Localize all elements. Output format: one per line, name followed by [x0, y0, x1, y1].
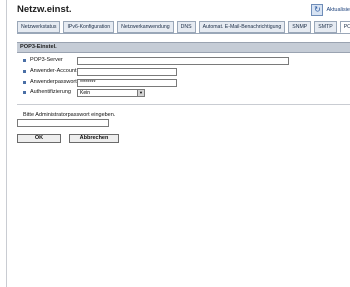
- auth-label: Authentifizierung: [30, 89, 71, 95]
- refresh-icon: ↻: [311, 4, 324, 16]
- password-label: Anwenderpasswort: [30, 79, 77, 85]
- pop3-server-input[interactable]: [77, 57, 289, 65]
- bullet-icon: [23, 81, 26, 84]
- content-frame: Netzw.einst. ↻ Aktualisie Netzwerkstatus…: [6, 0, 350, 287]
- tab-bar: Netzwerkstatus IPv6-Konfiguration Netzwe…: [17, 21, 350, 33]
- page-title: Netzw.einst.: [17, 4, 72, 15]
- refresh-button[interactable]: ↻ Aktualisie: [311, 4, 350, 16]
- tab-divider: [17, 33, 350, 34]
- tab-ipv6-konfiguration[interactable]: IPv6-Konfiguration: [63, 21, 115, 33]
- tab-email-benachrichtigung[interactable]: Automat. E-Mail-Benachrichtigung: [198, 21, 286, 33]
- admin-password-label: Bitte Administratorpasswort eingeben.: [23, 112, 116, 118]
- auth-select[interactable]: Kein ▼: [77, 89, 145, 97]
- tab-pop3[interactable]: POP3: [339, 21, 350, 33]
- pop3-server-label: POP3-Server: [30, 57, 63, 63]
- tab-netzwerkstatus[interactable]: Netzwerkstatus: [17, 21, 61, 33]
- section-title: POP3-Einstel.: [20, 44, 57, 50]
- bullet-icon: [23, 70, 26, 73]
- cancel-button[interactable]: Abbrechen: [69, 134, 119, 143]
- divider: [17, 104, 350, 105]
- tab-netzwerkanwendung[interactable]: Netzwerkanwendung: [117, 21, 174, 33]
- tab-snmp[interactable]: SNMP: [288, 21, 312, 33]
- admin-password-input[interactable]: [17, 119, 109, 127]
- account-label: Anwender-Account: [30, 68, 77, 74]
- password-input[interactable]: ********: [77, 79, 177, 87]
- account-input[interactable]: [77, 68, 177, 76]
- ok-button[interactable]: OK: [17, 134, 61, 143]
- tab-dns[interactable]: DNS: [176, 21, 196, 33]
- section-header: POP3-Einstel.: [17, 42, 350, 53]
- bullet-icon: [23, 59, 26, 62]
- chevron-down-icon: ▼: [137, 90, 144, 96]
- refresh-label: Aktualisie: [326, 7, 350, 13]
- bullet-icon: [23, 91, 26, 94]
- tab-smtp[interactable]: SMTP: [314, 21, 337, 33]
